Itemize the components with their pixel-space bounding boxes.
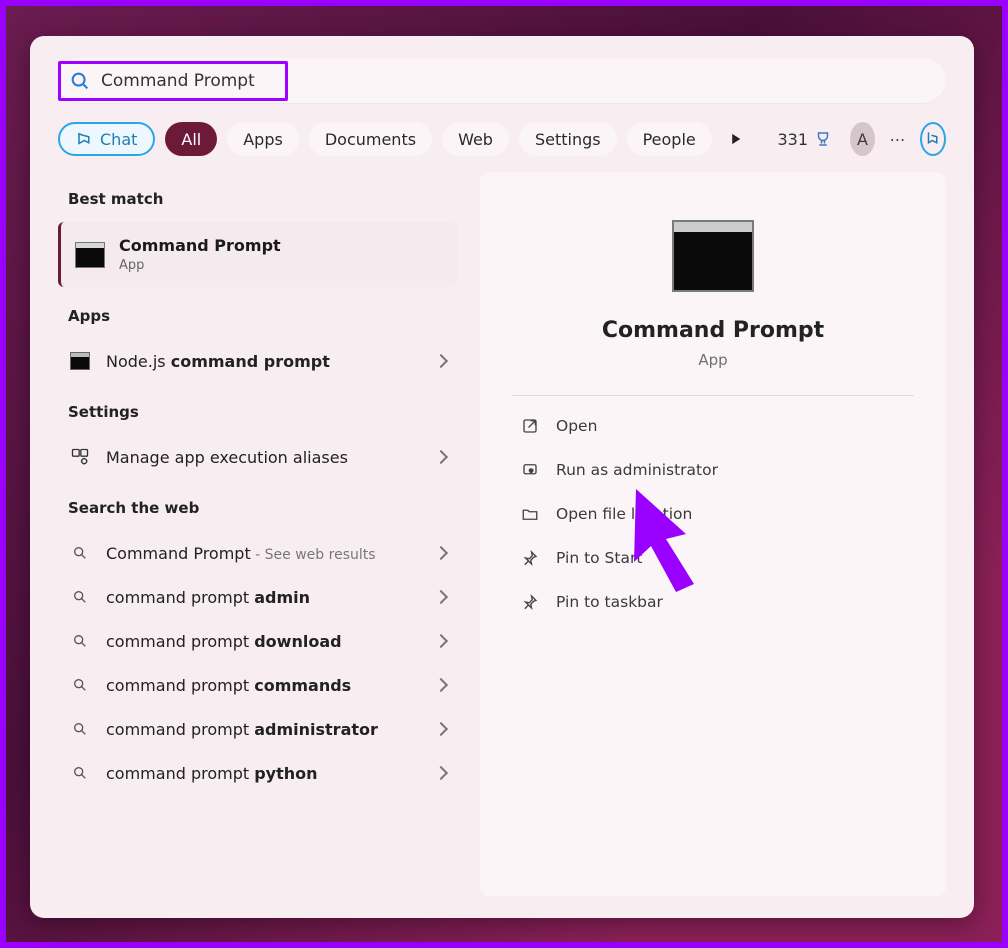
node-cmd-icon	[70, 352, 90, 370]
action-label: Open file location	[556, 505, 692, 523]
preview-pane: Command Prompt App Open Run as administra…	[480, 172, 946, 896]
section-settings: Settings	[58, 385, 458, 433]
web-result[interactable]: command prompt commands	[58, 663, 458, 707]
chevron-right-icon	[434, 766, 448, 780]
filter-label: Chat	[100, 130, 137, 149]
folder-icon	[520, 504, 540, 524]
bing-chat-icon	[76, 130, 94, 148]
account-avatar[interactable]: A	[850, 122, 875, 156]
settings-result[interactable]: Manage app execution aliases	[58, 435, 458, 479]
admin-icon	[520, 460, 540, 480]
best-match-result[interactable]: Command Prompt App	[58, 222, 458, 287]
web-result[interactable]: command prompt python	[58, 751, 458, 795]
web-result[interactable]: command prompt admin	[58, 575, 458, 619]
pin-icon	[520, 592, 540, 612]
web-result[interactable]: Command Prompt - See web results	[58, 531, 458, 575]
search-highlight-box	[58, 61, 288, 101]
divider	[512, 395, 914, 396]
filter-people[interactable]: People	[627, 122, 712, 156]
action-run-as-administrator[interactable]: Run as administrator	[512, 448, 914, 492]
best-match-title: Command Prompt	[119, 236, 281, 255]
filter-bar: Chat All Apps Documents Web Settings Peo…	[58, 122, 946, 156]
app-result[interactable]: Node.js command prompt	[58, 339, 458, 383]
filter-label: Web	[458, 130, 493, 149]
search-icon	[70, 631, 90, 651]
chevron-right-icon	[434, 450, 448, 464]
filter-all[interactable]: All	[165, 122, 217, 156]
search-icon	[69, 70, 91, 92]
action-open[interactable]: Open	[512, 404, 914, 448]
open-icon	[520, 416, 540, 436]
avatar-initial: A	[857, 130, 868, 149]
search-icon	[70, 675, 90, 695]
filter-apps[interactable]: Apps	[227, 122, 299, 156]
action-label: Pin to taskbar	[556, 593, 663, 611]
section-search-web: Search the web	[58, 481, 458, 529]
filter-settings[interactable]: Settings	[519, 122, 617, 156]
search-icon	[70, 543, 90, 563]
chevron-right-icon	[434, 634, 448, 648]
filter-label: All	[181, 130, 201, 149]
chevron-right-icon	[434, 590, 448, 604]
action-label: Run as administrator	[556, 461, 718, 479]
bing-icon	[924, 130, 942, 148]
filter-label: People	[643, 130, 696, 149]
section-apps: Apps	[58, 289, 458, 337]
filter-chat[interactable]: Chat	[58, 122, 155, 156]
filter-label: Settings	[535, 130, 601, 149]
more-button[interactable]: ⋯	[885, 122, 910, 156]
search-input[interactable]	[101, 71, 320, 91]
bing-button[interactable]	[920, 122, 946, 156]
filter-documents[interactable]: Documents	[309, 122, 432, 156]
filter-web[interactable]: Web	[442, 122, 509, 156]
rewards-number: 331	[777, 130, 808, 149]
search-bar[interactable]	[58, 58, 946, 104]
search-icon	[70, 719, 90, 739]
action-label: Pin to Start	[556, 549, 642, 567]
action-label: Open	[556, 417, 597, 435]
search-icon	[70, 587, 90, 607]
action-pin-to-start[interactable]: Pin to Start	[512, 536, 914, 580]
search-panel: Chat All Apps Documents Web Settings Peo…	[30, 36, 974, 918]
action-open-file-location[interactable]: Open file location	[512, 492, 914, 536]
rewards-count[interactable]: 331	[777, 130, 832, 149]
filter-label: Apps	[243, 130, 283, 149]
preview-title: Command Prompt	[602, 318, 824, 343]
settings-app-icon	[70, 447, 90, 467]
best-match-subtitle: App	[119, 258, 281, 273]
preview-app-icon	[672, 220, 754, 292]
results-column: Best match Command Prompt App Apps Node.…	[58, 172, 458, 896]
command-prompt-icon	[75, 242, 105, 268]
chevron-right-icon	[434, 722, 448, 736]
play-icon[interactable]	[730, 131, 742, 147]
filter-label: Documents	[325, 130, 416, 149]
web-result[interactable]: command prompt download	[58, 619, 458, 663]
pin-icon	[520, 548, 540, 568]
trophy-icon	[814, 130, 832, 148]
action-list: Open Run as administrator Open file locati…	[512, 404, 914, 624]
search-icon	[70, 763, 90, 783]
chevron-right-icon	[434, 354, 448, 368]
chevron-right-icon	[434, 546, 448, 560]
action-pin-to-taskbar[interactable]: Pin to taskbar	[512, 580, 914, 624]
section-best-match: Best match	[58, 172, 458, 220]
preview-subtitle: App	[698, 351, 727, 369]
web-result[interactable]: command prompt administrator	[58, 707, 458, 751]
chevron-right-icon	[434, 678, 448, 692]
